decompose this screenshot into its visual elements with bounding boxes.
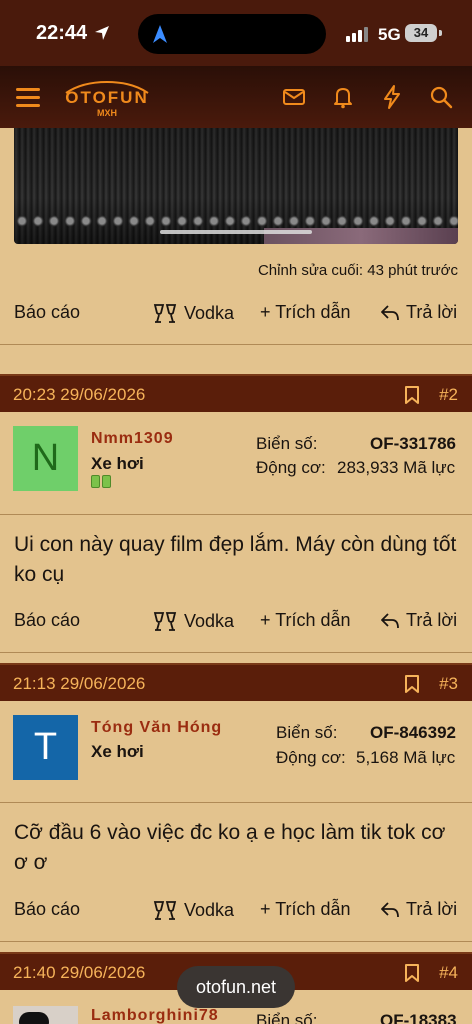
status-time: 22:44 xyxy=(36,22,88,44)
location-arrow-icon xyxy=(95,26,109,40)
mail-icon[interactable] xyxy=(280,83,308,111)
engine-power: 283,933 Mã lực xyxy=(337,458,456,477)
reply-label: Trả lời xyxy=(406,610,458,630)
quote-button[interactable]: + Trích dẫn xyxy=(260,610,351,631)
reply-label: Trả lời xyxy=(406,302,458,322)
username[interactable]: Tóng Văn Hóng xyxy=(91,719,222,737)
post-divider xyxy=(0,941,472,942)
post-number[interactable]: #2 xyxy=(439,385,458,405)
status-bar: 22:44 5G 34 xyxy=(0,0,472,66)
reply-label: Trả lời xyxy=(406,899,458,919)
bookmark-icon[interactable] xyxy=(404,385,420,405)
reply-icon xyxy=(381,612,399,628)
post-separator xyxy=(0,514,472,515)
post-time: 21:13 29/06/2026 xyxy=(13,674,146,693)
signal-icon xyxy=(346,27,368,42)
user-rank: Xe hơi xyxy=(91,742,144,761)
post-header: 20:23 29/06/2026 #2 xyxy=(0,374,472,412)
post-time: 21:40 29/06/2026 xyxy=(13,963,146,982)
vodka-button[interactable]: Vodka xyxy=(152,610,234,632)
avatar[interactable]: T xyxy=(13,715,78,780)
avatar[interactable]: N xyxy=(13,426,78,491)
quote-button[interactable]: + Trích dẫn xyxy=(260,899,351,920)
user-badges xyxy=(91,475,111,488)
engine-label: Động cơ: xyxy=(276,748,346,767)
plate-number: OF-846392 xyxy=(370,723,456,742)
engine-power: 5,168 Mã lực xyxy=(356,748,456,767)
post-divider xyxy=(0,344,472,345)
bookmark-icon[interactable] xyxy=(404,674,420,694)
plate-label: Biển số: xyxy=(256,434,318,453)
logo-subtext: MXH xyxy=(97,108,117,118)
plate-number: OF-331786 xyxy=(370,434,456,453)
reply-icon xyxy=(381,304,399,320)
menu-icon[interactable] xyxy=(14,83,42,111)
avatar[interactable] xyxy=(13,1006,78,1024)
post-image[interactable] xyxy=(14,128,458,244)
post-message: Cỡ đầu 6 vào việc đc ko ạ e học làm tik … xyxy=(14,821,446,874)
app-header: OTOFUN MXH xyxy=(0,66,472,128)
site-url-pill[interactable]: otofun.net xyxy=(177,966,295,1008)
post-separator xyxy=(0,802,472,803)
lightning-icon[interactable] xyxy=(378,83,406,111)
dynamic-island xyxy=(138,14,326,54)
bell-icon[interactable] xyxy=(329,83,357,111)
report-button[interactable]: Báo cáo xyxy=(14,302,80,323)
plate-number: OF-18383 xyxy=(380,1011,457,1024)
badge-icon xyxy=(102,475,111,488)
plate-label: Biển số: xyxy=(276,723,338,742)
post-actions: Báo cáo Vodka + Trích dẫn Trả lời xyxy=(0,298,472,328)
post-number[interactable]: #4 xyxy=(439,963,458,983)
badge-icon xyxy=(91,475,100,488)
vodka-icon xyxy=(153,612,177,631)
report-button[interactable]: Báo cáo xyxy=(14,899,80,920)
vodka-label: Vodka xyxy=(184,302,235,323)
plate-label: Biển số: xyxy=(256,1011,318,1024)
engine-label: Động cơ: xyxy=(256,458,326,477)
username[interactable]: Nmm1309 xyxy=(91,430,174,448)
vodka-button[interactable]: Vodka xyxy=(152,899,234,921)
bookmark-icon[interactable] xyxy=(404,963,420,983)
vodka-label: Vodka xyxy=(184,610,235,631)
avatar-image xyxy=(19,1012,49,1024)
user-rank: Xe hơi xyxy=(91,454,144,473)
image-scroll-indicator xyxy=(160,230,312,234)
last-edited-note: Chỉnh sửa cuối: 43 phút trước xyxy=(257,262,458,279)
vodka-button[interactable]: Vodka xyxy=(152,302,234,324)
reply-button[interactable]: Trả lời xyxy=(380,899,457,920)
reply-button[interactable]: Trả lời xyxy=(380,610,457,631)
vodka-icon xyxy=(153,901,177,920)
vodka-label: Vodka xyxy=(184,899,235,920)
post-number[interactable]: #3 xyxy=(439,674,458,694)
otofun-logo[interactable]: OTOFUN MXH xyxy=(62,80,152,120)
vodka-icon xyxy=(153,304,177,323)
post-time: 20:23 29/06/2026 xyxy=(13,385,146,404)
username[interactable]: Lamborghini78 xyxy=(91,1007,219,1024)
reply-icon xyxy=(381,901,399,917)
network-label: 5G xyxy=(378,25,401,44)
post-actions: Báo cáo Vodka + Trích dẫn Trả lời xyxy=(0,895,472,925)
post-message: Ui con này quay film đẹp lắm. Máy còn dù… xyxy=(14,533,457,586)
post-divider xyxy=(0,652,472,653)
search-icon[interactable] xyxy=(427,83,455,111)
post-actions: Báo cáo Vodka + Trích dẫn Trả lời xyxy=(0,606,472,636)
battery-tip xyxy=(439,30,442,36)
quote-button[interactable]: + Trích dẫn xyxy=(260,302,351,323)
reply-button[interactable]: Trả lời xyxy=(380,302,457,323)
logo-text: OTOFUN xyxy=(65,88,149,107)
battery-icon: 34 xyxy=(405,24,437,42)
report-button[interactable]: Báo cáo xyxy=(14,610,80,631)
post-header: 21:13 29/06/2026 #3 xyxy=(0,663,472,701)
navigation-icon xyxy=(153,25,167,43)
